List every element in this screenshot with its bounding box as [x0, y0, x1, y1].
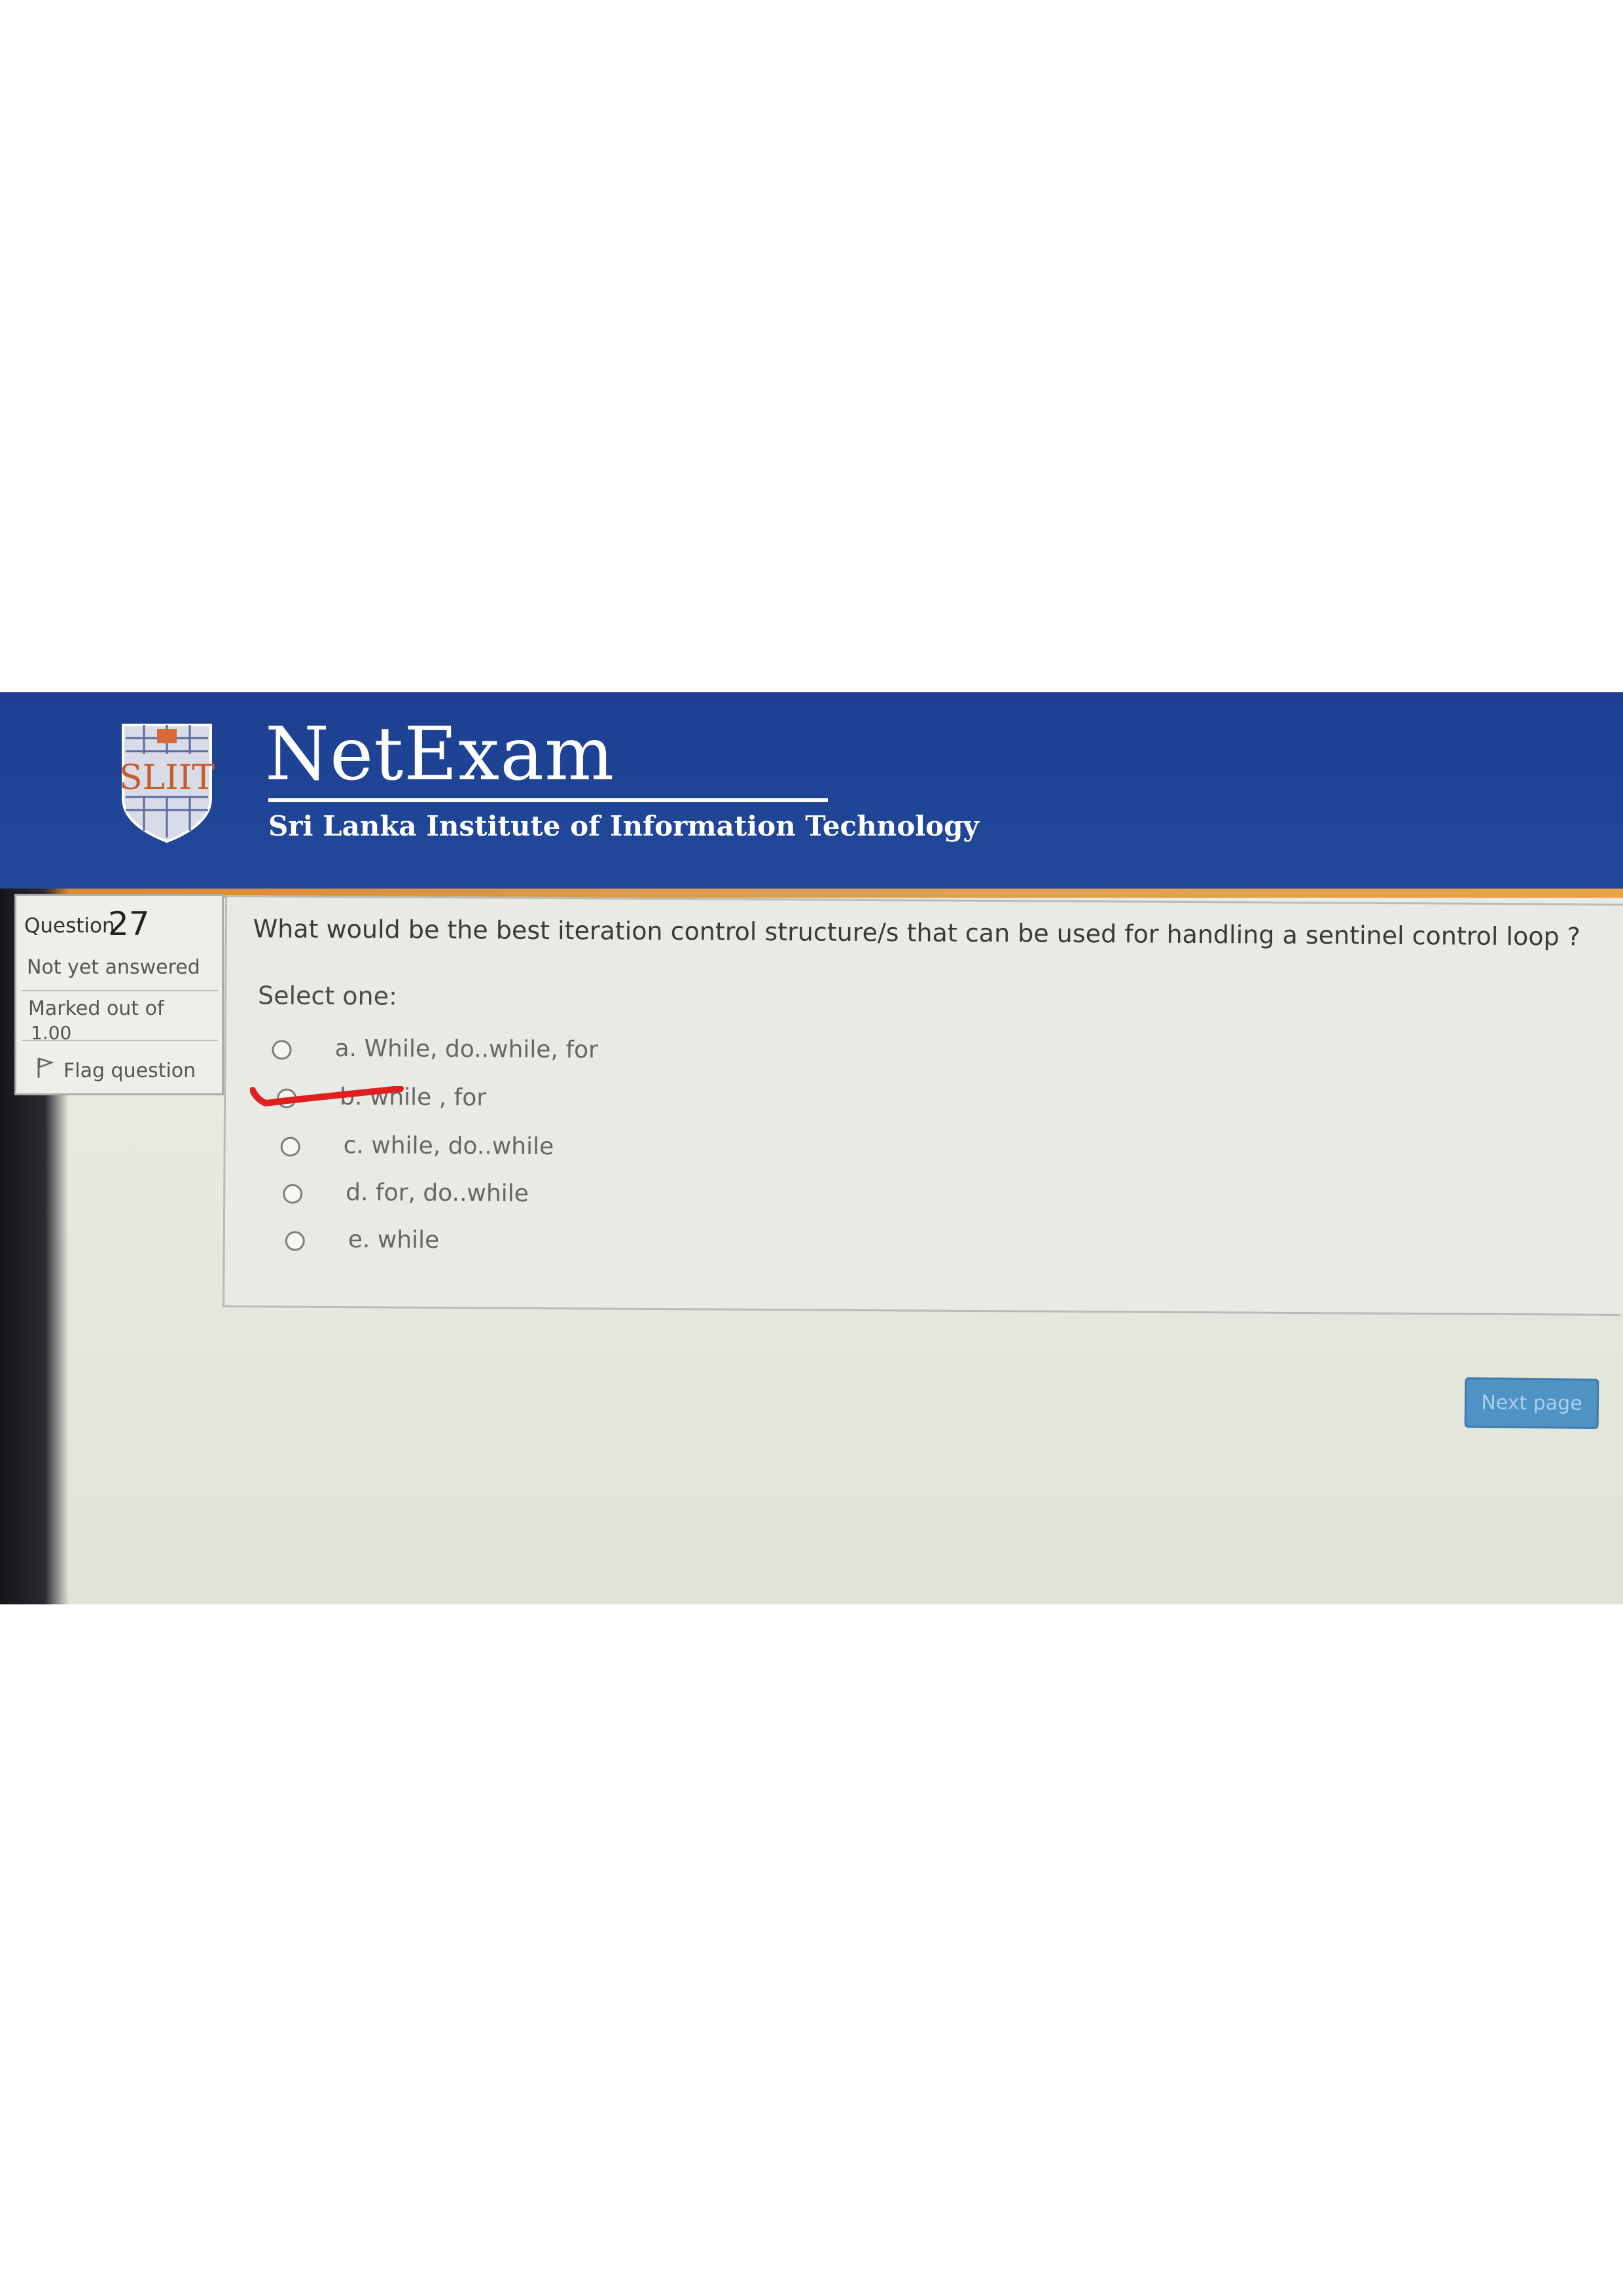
- answer-status: Not yet answered: [27, 956, 200, 979]
- flag-icon[interactable]: [35, 1057, 54, 1079]
- brand-title: NetExam: [265, 712, 615, 797]
- option-c[interactable]: c. while, do..while: [234, 1130, 889, 1171]
- option-a[interactable]: a. While, do..while, for: [226, 1033, 880, 1074]
- screen-photo: SLIIT NetExam Sri Lanka Institute of Inf…: [0, 692, 1623, 1604]
- marked-out-of-label: Marked out of: [28, 997, 164, 1020]
- question-text: What would be the best iteration control…: [253, 914, 1581, 951]
- option-label: c. while, do..while: [343, 1132, 554, 1161]
- question-panel: What would be the best iteration control…: [223, 895, 1623, 1316]
- question-info-panel: Question 27 Not yet answered Marked out …: [14, 894, 224, 1095]
- option-label: a. While, do..while, for: [334, 1035, 599, 1064]
- option-label: d. for, do..while: [346, 1179, 529, 1207]
- sliit-logo: SLIIT: [119, 724, 215, 843]
- option-e[interactable]: e. while: [240, 1224, 894, 1265]
- radio-button[interactable]: [277, 1088, 297, 1108]
- option-label: b. while , for: [339, 1084, 487, 1112]
- radio-button[interactable]: [280, 1137, 300, 1157]
- brand-subtitle: Sri Lanka Institute of Information Techn…: [268, 810, 979, 842]
- option-b[interactable]: b. while , for: [231, 1082, 885, 1122]
- brand-divider: [268, 798, 828, 802]
- select-one-prompt: Select one:: [257, 981, 398, 1011]
- next-page-button[interactable]: Next page: [1464, 1377, 1599, 1430]
- site-header: SLIIT NetExam Sri Lanka Institute of Inf…: [0, 692, 1623, 889]
- question-label: Question: [24, 914, 115, 938]
- radio-button[interactable]: [285, 1231, 305, 1251]
- radio-button[interactable]: [272, 1040, 292, 1060]
- marked-out-of-value: 1.00: [31, 1022, 72, 1044]
- option-d[interactable]: d. for, do..while: [237, 1177, 891, 1218]
- logo-text: SLIIT: [119, 758, 215, 798]
- question-number: 27: [108, 905, 150, 943]
- flag-question-link[interactable]: Flag question: [63, 1059, 196, 1082]
- option-label: e. while: [348, 1226, 440, 1254]
- radio-button[interactable]: [283, 1184, 303, 1204]
